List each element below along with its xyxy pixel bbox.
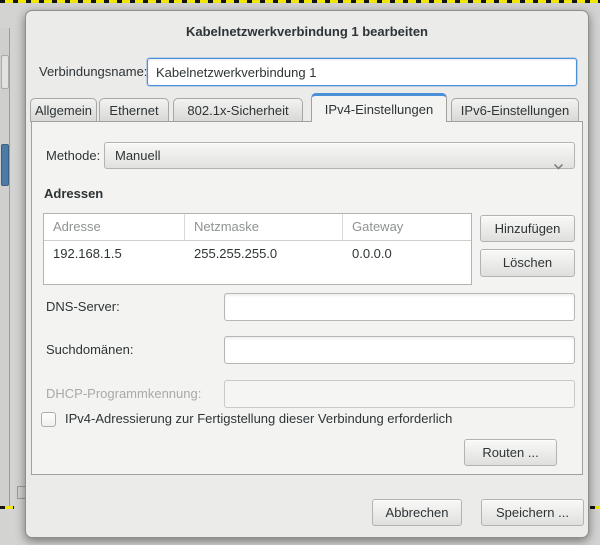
dns-server-input[interactable] — [224, 293, 575, 321]
addresses-table-header: Adresse Netzmaske Gateway — [44, 214, 471, 241]
connection-name-input[interactable] — [147, 58, 577, 86]
addresses-table: Adresse Netzmaske Gateway 192.168.1.5 25… — [43, 213, 472, 285]
search-domains-label: Suchdomänen: — [46, 336, 133, 364]
chevron-down-icon — [553, 153, 564, 178]
tab-ipv4-einstellungen[interactable]: IPv4-Einstellungen — [311, 93, 447, 122]
desktop-background: Kabelnetzwerkverbindung 1 bearbeiten Ver… — [0, 0, 600, 545]
layer-boundary-dash-right — [590, 506, 600, 509]
delete-address-button[interactable]: Löschen — [480, 249, 575, 277]
column-header-gateway[interactable]: Gateway — [343, 214, 471, 240]
routes-button[interactable]: Routen ... — [464, 439, 557, 466]
require-ipv4-label: IPv4-Adressierung zur Fertigstellung die… — [65, 406, 452, 432]
add-address-button[interactable]: Hinzufügen — [480, 215, 575, 242]
layer-boundary-dash-top — [0, 0, 600, 3]
dialog-title: Kabelnetzwerkverbindung 1 bearbeiten — [26, 24, 588, 39]
edit-connection-dialog: Kabelnetzwerkverbindung 1 bearbeiten Ver… — [25, 10, 589, 538]
ipv4-settings-panel: Methode: Manuell Adressen Adresse Netzma… — [31, 121, 583, 475]
tab-ipv6-einstellungen[interactable]: IPv6-Einstellungen — [451, 98, 579, 122]
table-row[interactable]: 192.168.1.5 255.255.255.0 0.0.0.0 — [44, 241, 471, 267]
layer-boundary-dash-left — [0, 506, 14, 509]
cancel-button[interactable]: Abbrechen — [372, 499, 462, 526]
background-scrollbar-thumb[interactable] — [1, 144, 9, 186]
background-scrollbar-track — [0, 28, 10, 506]
connection-name-label: Verbindungsname: — [39, 58, 147, 86]
cell-netzmaske: 255.255.255.0 — [185, 241, 343, 267]
cell-gateway: 0.0.0.0 — [343, 241, 471, 267]
search-domains-input[interactable] — [224, 336, 575, 364]
save-button[interactable]: Speichern ... — [481, 499, 584, 526]
method-label: Methode: — [46, 142, 100, 170]
column-header-adresse[interactable]: Adresse — [44, 214, 185, 240]
dhcp-client-id-input — [224, 380, 575, 408]
dhcp-client-id-label: DHCP-Programmkennung: — [46, 380, 201, 408]
dns-server-label: DNS-Server: — [46, 293, 120, 321]
column-header-netzmaske[interactable]: Netzmaske — [185, 214, 343, 240]
tab-allgemein[interactable]: Allgemein — [30, 98, 97, 122]
tab-ethernet[interactable]: Ethernet — [99, 98, 169, 122]
method-selected-value: Manuell — [115, 148, 161, 163]
addresses-section-label: Adressen — [44, 186, 103, 201]
cell-adresse: 192.168.1.5 — [44, 241, 185, 267]
require-ipv4-checkbox[interactable] — [41, 412, 56, 427]
background-window-fragment — [1, 55, 9, 89]
method-dropdown[interactable]: Manuell — [104, 142, 575, 169]
tab-802-1x-sicherheit[interactable]: 802.1x-Sicherheit — [173, 98, 303, 122]
